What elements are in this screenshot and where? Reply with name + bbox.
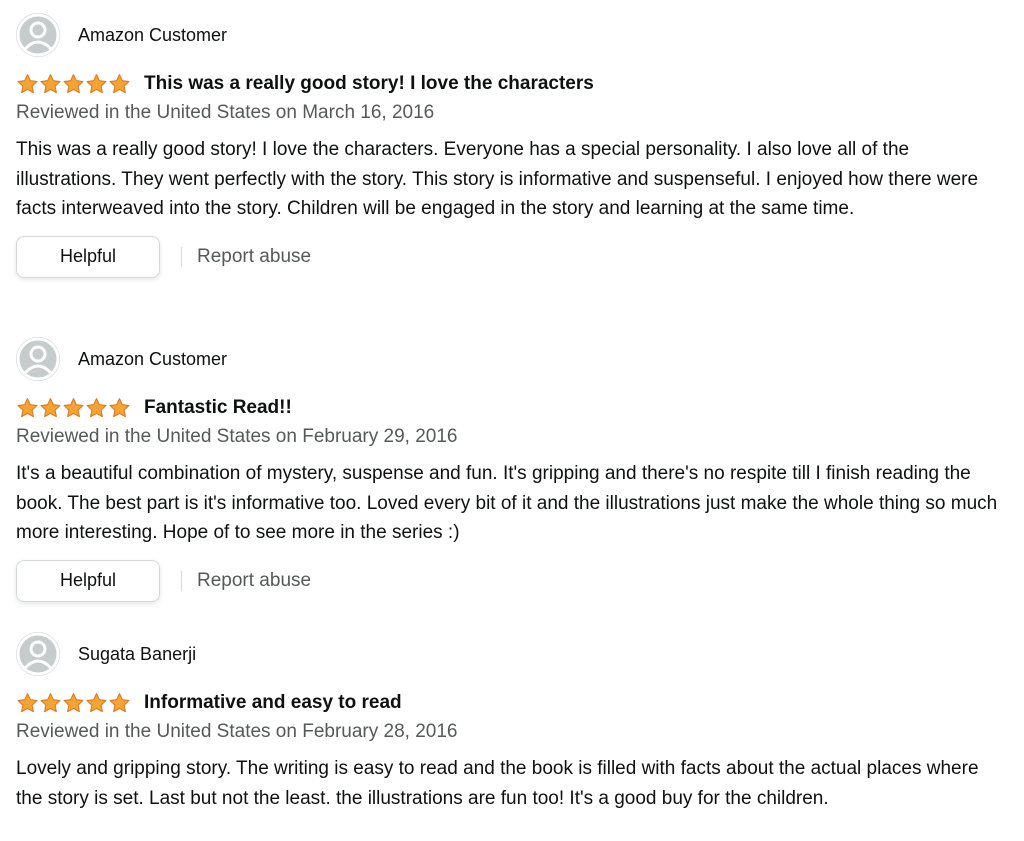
- user-avatar-icon: [16, 337, 60, 381]
- reviewer-profile[interactable]: Amazon Customer: [16, 12, 1006, 58]
- review-date: Reviewed in the United States on Februar…: [16, 426, 458, 447]
- star-icon: [86, 398, 107, 418]
- review-title[interactable]: Fantastic Read!!: [144, 397, 292, 419]
- reviewer-name: Amazon Customer: [78, 348, 228, 369]
- reviewer-name: Amazon Customer: [78, 24, 228, 45]
- star-icon: [109, 398, 130, 418]
- star-icon: [86, 693, 107, 713]
- star-icon: [86, 74, 107, 94]
- review-title[interactable]: Informative and easy to read: [144, 692, 402, 714]
- star-icon: [63, 693, 84, 713]
- star-icon: [109, 74, 130, 94]
- reviewer-profile[interactable]: Sugata Banerji: [16, 631, 1006, 677]
- star-icon: [40, 693, 61, 713]
- review-body: Lovely and gripping story. The writing i…: [16, 758, 979, 809]
- reviewer-name: Sugata Banerji: [78, 643, 197, 664]
- star-icon: [17, 693, 38, 713]
- star-rating[interactable]: [16, 397, 131, 419]
- report-abuse-link[interactable]: Report abuse: [197, 570, 311, 592]
- user-avatar-icon: [16, 632, 60, 676]
- star-icon: [17, 398, 38, 418]
- review-item: Amazon Customer This was a really good s…: [16, 12, 1006, 278]
- star-icon: [17, 74, 38, 94]
- reviewer-profile[interactable]: Amazon Customer: [16, 336, 1006, 382]
- star-rating[interactable]: [16, 73, 131, 95]
- review-title[interactable]: This was a really good story! I love the…: [144, 73, 594, 95]
- star-icon: [109, 693, 130, 713]
- review-date: Reviewed in the United States on Februar…: [16, 721, 458, 742]
- review-body: This was a really good story! I love the…: [16, 139, 979, 219]
- review-body: It's a beautiful combination of mystery,…: [16, 463, 998, 543]
- star-rating[interactable]: [16, 692, 131, 714]
- review-item: Sugata Banerji Informative and easy to r…: [16, 631, 1006, 813]
- review-date: Reviewed in the United States on March 1…: [16, 102, 435, 123]
- star-icon: [40, 398, 61, 418]
- action-divider: [181, 246, 182, 267]
- action-divider: [181, 570, 182, 591]
- star-icon: [40, 74, 61, 94]
- report-abuse-link[interactable]: Report abuse: [197, 246, 311, 268]
- user-avatar-icon: [16, 13, 60, 57]
- star-icon: [63, 398, 84, 418]
- helpful-button[interactable]: Helpful: [16, 559, 160, 602]
- helpful-button[interactable]: Helpful: [16, 235, 160, 278]
- review-item: Amazon Customer Fantastic Read!! Reviewe…: [16, 336, 1006, 602]
- star-icon: [63, 74, 84, 94]
